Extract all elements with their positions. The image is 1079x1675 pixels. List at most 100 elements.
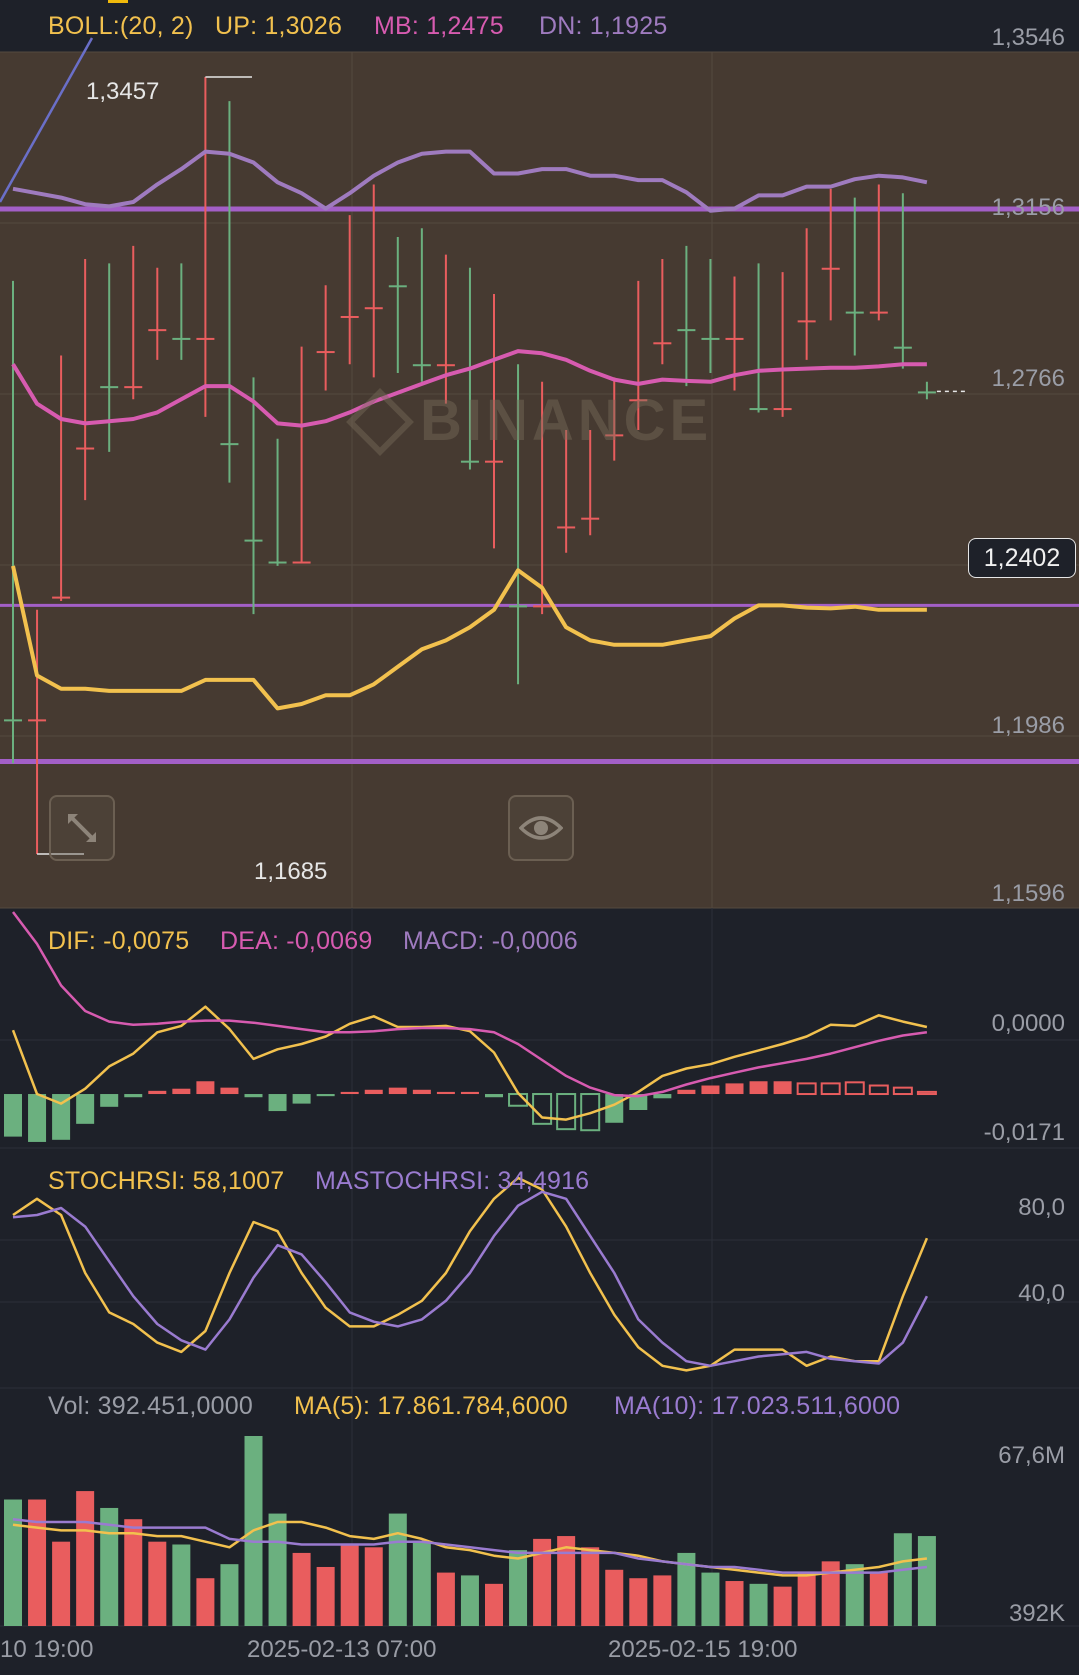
- candle-body: [653, 342, 672, 345]
- volume-bar: [292, 1552, 311, 1626]
- candle-body: [869, 311, 888, 314]
- macd-histogram-bar: [268, 1094, 287, 1112]
- macd-dif-value: DIF: -0,0075: [48, 927, 190, 955]
- volume-bar: [485, 1583, 503, 1626]
- volume-bar: [869, 1572, 888, 1626]
- macd-histogram-bar: [124, 1094, 143, 1098]
- volume-bar: [917, 1536, 936, 1626]
- volume-bar: [797, 1572, 816, 1626]
- candle-body: [292, 561, 311, 564]
- candle-body: [412, 364, 431, 367]
- boll-mb-value: MB: 1,2475: [374, 12, 504, 40]
- boll-label: BOLL:(20, 2): [48, 12, 194, 40]
- stochrsi-value: STOCHRSI: 58,1007: [48, 1167, 285, 1195]
- candle-body: [4, 719, 22, 722]
- candle-body: [797, 320, 816, 323]
- volume-bar: [509, 1550, 528, 1626]
- volume-bar: [725, 1581, 744, 1626]
- boll-axis-tick: 1,1986: [991, 712, 1065, 739]
- candle-body: [148, 329, 167, 332]
- macd-histogram-bar: [388, 1087, 407, 1095]
- candle-body: [172, 337, 191, 340]
- candle-body: [124, 386, 143, 389]
- eye-icon-graphic: [519, 816, 563, 840]
- macd-histogram-bar: [725, 1083, 744, 1095]
- boll-axis-tick: 1,3546: [991, 24, 1065, 51]
- volume-bar: [4, 1499, 22, 1626]
- volume-bar: [76, 1491, 95, 1626]
- candle-body: [196, 337, 215, 340]
- volume-bar: [148, 1541, 167, 1626]
- macd-histogram-bar: [773, 1081, 792, 1095]
- volume-bar: [364, 1547, 383, 1626]
- candle-body: [677, 329, 696, 332]
- volume-bar: [701, 1572, 720, 1626]
- volume-axis-tick: 392K: [1008, 1600, 1065, 1627]
- x-axis-date: 2025-02-15 19:00: [608, 1636, 798, 1663]
- volume-bar: [28, 1499, 47, 1626]
- macd-dea-value: DEA: -0,0069: [220, 927, 373, 955]
- candle-body: [485, 460, 503, 463]
- boll-axis-tick: 1,2766: [991, 365, 1065, 392]
- low-marker-label: 1,1685: [254, 858, 328, 885]
- boll-dn-value: DN: 1,1925: [539, 12, 668, 40]
- candle-body: [460, 460, 479, 463]
- macd-histogram-bar: [412, 1089, 431, 1095]
- volume-bar: [653, 1575, 672, 1626]
- candle-body: [773, 408, 792, 411]
- candle-body: [364, 307, 383, 310]
- candle-body: [76, 447, 95, 450]
- macd-histogram-bar: [653, 1094, 672, 1099]
- volume-bar: [773, 1586, 792, 1626]
- macd-histogram-bar: [292, 1094, 311, 1104]
- volume-bar: [220, 1564, 239, 1626]
- macd-histogram-bar: [100, 1094, 119, 1107]
- volume-bar: [893, 1533, 912, 1626]
- candle-body: [52, 596, 71, 599]
- macd-histogram-bar: [316, 1094, 335, 1097]
- high-marker-label: 1,3457: [86, 78, 160, 105]
- candle-body: [845, 311, 864, 314]
- candle-body: [581, 517, 600, 520]
- volume-bar: [388, 1513, 407, 1626]
- macd-hist-value: MACD: -0,0006: [403, 927, 578, 955]
- expand-icon[interactable]: [49, 795, 115, 861]
- candle-body: [436, 364, 455, 367]
- candle-body: [533, 605, 552, 608]
- stochrsi-axis-tick: 40,0: [1018, 1280, 1065, 1307]
- volume-bar: [581, 1547, 600, 1626]
- macd-histogram-bar: [460, 1091, 479, 1095]
- stochrsi-axis-tick: 80,0: [1018, 1194, 1065, 1221]
- volume-bar: [172, 1544, 191, 1626]
- last-price-tag[interactable]: 1,2402: [968, 538, 1076, 578]
- macd-histogram-bar: [244, 1094, 263, 1098]
- volume-value: Vol: 392.451,0000: [48, 1392, 253, 1420]
- x-axis-date: 10 19:00: [0, 1636, 94, 1663]
- volume-bar: [749, 1583, 768, 1626]
- macd-histogram-bar: [701, 1085, 720, 1095]
- volume-bar: [340, 1544, 359, 1626]
- macd-histogram-bar: [220, 1087, 239, 1095]
- volume-bar: [629, 1578, 648, 1626]
- volume-bar: [196, 1578, 215, 1626]
- candle-body: [749, 408, 768, 411]
- macd-histogram-bar: [28, 1094, 47, 1142]
- mastochrsi-value: MASTOCHRSI: 34,4916: [315, 1167, 590, 1195]
- macd-histogram-bar: [172, 1088, 191, 1095]
- macd-histogram-bar: [4, 1094, 22, 1137]
- macd-histogram-bar: [340, 1091, 359, 1095]
- active-tab-indicator: [108, 0, 128, 3]
- candle-body: [28, 719, 47, 722]
- candle-body: [917, 391, 936, 394]
- expand-icon-graphic: [68, 814, 96, 842]
- candle-body: [701, 337, 720, 340]
- volume-axis-tick: 67,6M: [998, 1442, 1065, 1469]
- macd-histogram-bar: [749, 1081, 768, 1095]
- watermark: BINANCE: [420, 388, 713, 453]
- macd-histogram-bar: [436, 1091, 455, 1095]
- volume-bar: [605, 1569, 624, 1626]
- candle-body: [821, 267, 840, 270]
- candle-body: [268, 561, 287, 564]
- macd-axis-tick: -0,0171: [983, 1119, 1065, 1146]
- eye-icon[interactable]: [508, 795, 574, 861]
